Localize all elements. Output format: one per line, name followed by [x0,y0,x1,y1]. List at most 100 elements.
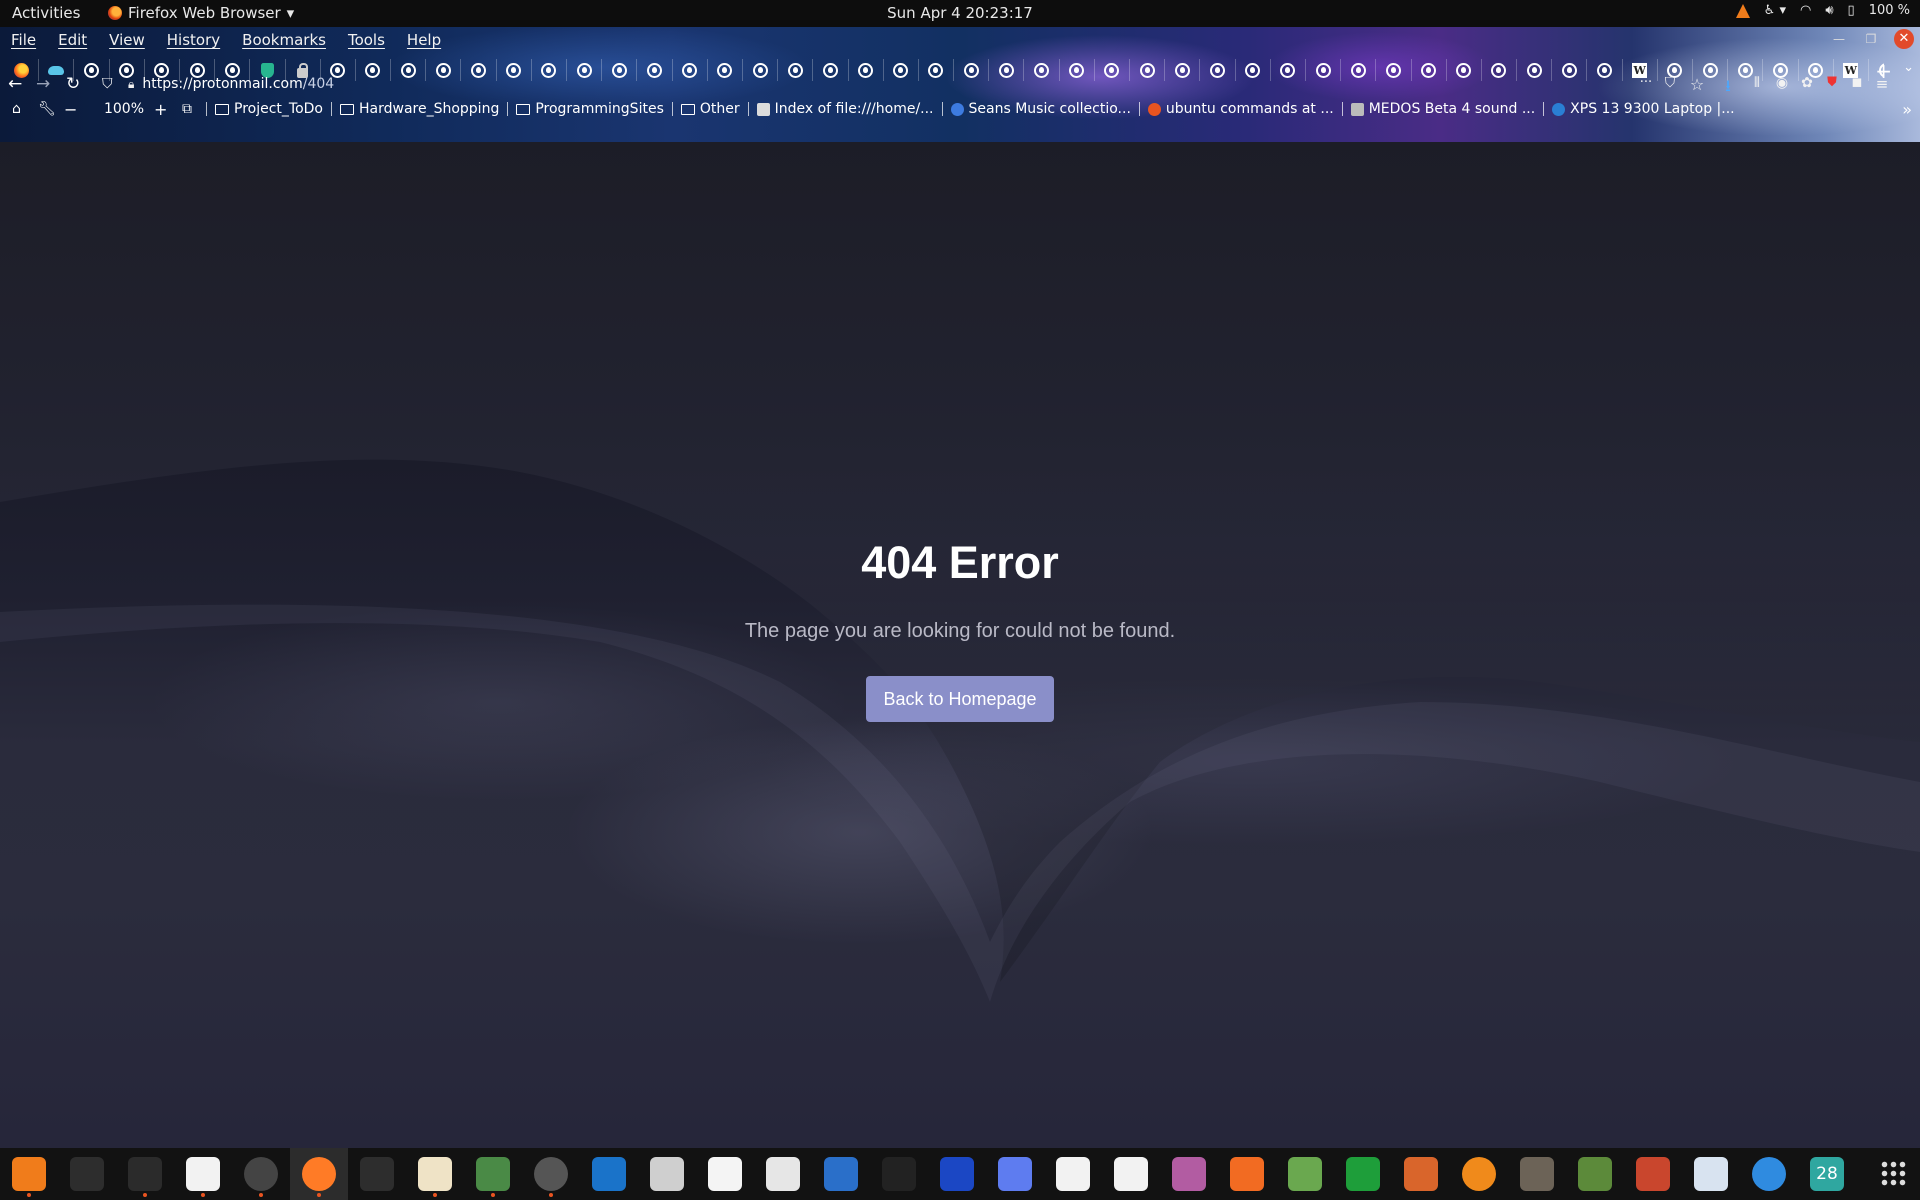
navigation-toolbar: ← → ↻ ⛉ 🔒︎ https://protonmail.com/404 ··… [0,71,1920,97]
bookmark-item[interactable]: ubuntu commands at ... [1140,101,1342,117]
menu-help[interactable]: Help [396,31,452,49]
minimize-button[interactable]: — [1830,30,1848,48]
file-icon [756,102,770,116]
clock[interactable]: Sun Apr 4 20:23:17 [887,4,1033,22]
bookmark-item[interactable]: MEDOS Beta 4 sound ... [1343,101,1543,117]
vlc-tray-icon[interactable] [1735,3,1750,18]
firefox-icon [108,6,122,20]
dock-item-vlc[interactable] [0,1148,58,1200]
activities-button[interactable]: Activities [12,4,80,22]
folder-icon [680,103,695,115]
dock-item-files[interactable] [406,1148,464,1200]
dock-item-libreoffice-impress[interactable] [1392,1148,1450,1200]
settings-icon [534,1157,568,1191]
deja-dup-icon [1694,1157,1728,1191]
dock-item-calculator[interactable] [348,1148,406,1200]
blender-icon [1462,1157,1496,1191]
new-window-icon[interactable]: ⧉ [182,101,206,117]
reload-button[interactable]: ↻ [66,74,80,94]
back-to-homepage-button[interactable]: Back to Homepage [866,676,1054,722]
menu-file[interactable]: File [0,31,47,49]
document-viewer-icon [650,1157,684,1191]
bookmark-label: Index of file:///home/... [774,101,934,117]
app-menu[interactable]: Firefox Web Browser ▾ [108,4,294,22]
dock-item-game[interactable] [1624,1148,1682,1200]
dock-item-virtualbox[interactable] [812,1148,870,1200]
dock-item-tweaks[interactable] [1160,1148,1218,1200]
accessibility-icon[interactable]: ♿ ▾ [1764,3,1786,18]
dock-item-minecraft[interactable] [1566,1148,1624,1200]
show-applications-icon[interactable] [1880,1160,1906,1186]
system-tray[interactable]: ♿ ▾ ◠ 🔊︎ ▯ 100 % [1735,3,1910,18]
dock-item-clocks[interactable] [232,1148,290,1200]
dock-item-system-monitor[interactable] [116,1148,174,1200]
dock-item-gnome-extensions[interactable] [464,1148,522,1200]
tweaks-icon [1172,1157,1206,1191]
battery-icon[interactable]: ▯ [1848,3,1855,18]
dock-item-audacity[interactable] [928,1148,986,1200]
dock-item-image-viewer[interactable] [1276,1148,1334,1200]
bookmark-item[interactable]: Seans Music collectio... [943,101,1139,117]
dock-item-help[interactable] [1740,1148,1798,1200]
zoom-in-button[interactable]: + [154,100,182,119]
url-host: https://protonmail.com [142,76,303,92]
dock-item-gimp[interactable] [1508,1148,1566,1200]
running-indicator [143,1193,147,1197]
minecraft-icon [1578,1157,1612,1191]
home-icon[interactable]: ⌂ [12,101,38,117]
dock-item-libreoffice-writer[interactable] [580,1148,638,1200]
ubuntu-software-icon [1230,1157,1264,1191]
close-button[interactable]: ✕ [1894,29,1914,49]
dock-item-terminal[interactable] [58,1148,116,1200]
dock-item-character-map[interactable] [1044,1148,1102,1200]
customize-wrench-icon[interactable]: 🔧︎ [38,101,64,117]
zoom-out-button[interactable]: − [64,100,94,119]
folder-icon [516,103,531,115]
url-bar[interactable]: 🔒︎ https://protonmail.com/404 [128,72,1638,96]
dock-item-firefox[interactable] [290,1148,348,1200]
running-indicator [201,1193,205,1197]
bookmark-item[interactable]: Hardware_Shopping [332,101,507,117]
dock-item-screenshot[interactable] [986,1148,1044,1200]
menu-tools[interactable]: Tools [337,31,396,49]
bookmark-item[interactable]: Project_ToDo [207,101,331,117]
restore-button[interactable]: ❐ [1862,30,1880,48]
bookmark-item[interactable]: ProgrammingSites [508,101,672,117]
bookmark-item[interactable]: Index of file:///home/... [749,101,942,117]
audacity-icon [940,1157,974,1191]
dock-item-deja-dup[interactable] [1682,1148,1740,1200]
dock-item-software-updater[interactable] [754,1148,812,1200]
window-controls: — ❐ ✕ [1830,29,1914,49]
back-button[interactable]: ← [8,74,22,94]
files-icon [418,1157,452,1191]
bookmark-label: Project_ToDo [234,101,323,117]
dock-item-settings[interactable] [522,1148,580,1200]
game-icon [1636,1157,1670,1191]
dock-item-calendar[interactable]: 28 [1798,1148,1856,1200]
dock-item-blender[interactable] [1450,1148,1508,1200]
forward-button[interactable]: → [36,74,50,94]
web-page: 404 Error The page you are looking for c… [0,142,1920,1148]
bookmark-item[interactable]: XPS 13 9300 Laptop |... [1544,101,1742,117]
dock-item-document-viewer[interactable] [638,1148,696,1200]
dock-item-libreoffice-calc[interactable] [1334,1148,1392,1200]
tracking-protection-icon[interactable]: ⛉ [102,76,113,92]
zoom-level[interactable]: 100% [94,101,154,117]
bookmark-label: Other [699,101,740,117]
bookmark-label: ProgrammingSites [535,101,664,117]
bookmark-item[interactable]: Other [673,101,748,117]
menu-history[interactable]: History [156,31,231,49]
menu-bookmarks[interactable]: Bookmarks [231,31,337,49]
dock-item-inkscape[interactable] [870,1148,928,1200]
dock-item-audio-editor[interactable] [696,1148,754,1200]
menu-edit[interactable]: Edit [47,31,98,49]
ubuntu-icon [1147,102,1161,116]
dock-item-ubuntu-software[interactable] [1218,1148,1276,1200]
dock-item-typora[interactable] [1102,1148,1160,1200]
wifi-icon[interactable]: ◠ [1800,3,1811,18]
bookmarks-overflow-icon[interactable]: » [1902,100,1912,119]
menu-view[interactable]: View [98,31,156,49]
volume-icon[interactable]: 🔊︎ [1825,3,1833,18]
dock-item-text-editor[interactable] [174,1148,232,1200]
gimp-icon [1520,1157,1554,1191]
